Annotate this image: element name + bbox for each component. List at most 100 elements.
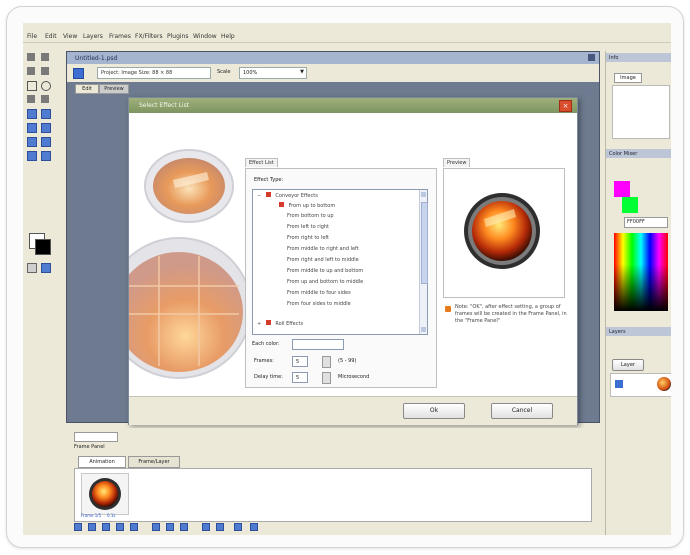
tween-icon[interactable] bbox=[202, 523, 210, 531]
each-color-label: Each color: bbox=[252, 341, 280, 347]
cancel-button[interactable]: Cancel bbox=[491, 403, 553, 419]
tree-item[interactable]: From up to bottom bbox=[279, 202, 335, 212]
tree-scrollbar[interactable] bbox=[419, 190, 428, 334]
magenta-swatch[interactable] bbox=[614, 181, 630, 197]
layer-button[interactable]: Layer bbox=[612, 359, 644, 371]
layer-thumbnail bbox=[657, 377, 671, 391]
text-tool-icon[interactable] bbox=[27, 95, 35, 103]
eraser-tool-icon[interactable] bbox=[41, 123, 51, 133]
tab-edit[interactable]: Edit bbox=[75, 84, 99, 94]
collapse-icon[interactable]: − bbox=[257, 193, 261, 199]
select-tool-icon[interactable] bbox=[27, 53, 35, 61]
menu-file[interactable]: File bbox=[27, 33, 37, 40]
ok-button[interactable]: Ok bbox=[403, 403, 465, 419]
swap-colors-icon[interactable] bbox=[27, 263, 37, 273]
scale-label: Scale bbox=[217, 69, 231, 75]
tree-item[interactable]: From right and left to middle bbox=[287, 257, 359, 267]
stamp-tool-icon[interactable] bbox=[27, 123, 37, 133]
document-close-icon[interactable] bbox=[588, 54, 595, 61]
each-color-field[interactable] bbox=[292, 339, 344, 350]
document-title-bar: Untitled-1.psd bbox=[67, 52, 599, 64]
scroll-up-icon[interactable] bbox=[421, 192, 426, 197]
menu-layers[interactable]: Layers bbox=[83, 33, 103, 40]
rectangle-tool-icon[interactable] bbox=[27, 81, 37, 91]
color-spectrum[interactable] bbox=[614, 233, 668, 311]
expand-icon[interactable]: + bbox=[257, 321, 261, 327]
color-hex-field[interactable]: FF00FF bbox=[624, 217, 668, 228]
tree-node-conveyor[interactable]: − Conveyor Effects bbox=[257, 192, 318, 202]
tab-frame-layer[interactable]: Frame/Layer bbox=[128, 456, 180, 468]
scroll-down-icon[interactable] bbox=[421, 327, 426, 332]
first-frame-icon[interactable] bbox=[74, 523, 82, 531]
properties-icon[interactable] bbox=[216, 523, 224, 531]
tab-image[interactable]: Image bbox=[614, 73, 642, 83]
project-field[interactable]: Project: Image Size: 88 × 88 bbox=[97, 67, 211, 79]
menu-window[interactable]: Window bbox=[193, 33, 217, 40]
move-tool-icon[interactable] bbox=[41, 53, 49, 61]
document-toolbar: Project: Image Size: 88 × 88 Scale 100% … bbox=[67, 64, 599, 82]
info-panel-body bbox=[612, 85, 670, 139]
optimize-icon[interactable] bbox=[250, 523, 258, 531]
frame-thumbnail[interactable] bbox=[81, 473, 129, 515]
close-icon[interactable]: × bbox=[559, 100, 572, 112]
scroll-thumb[interactable] bbox=[421, 202, 428, 284]
frames-input[interactable]: 5 bbox=[292, 356, 308, 367]
green-swatch[interactable] bbox=[622, 197, 638, 213]
menu-view[interactable]: View bbox=[63, 33, 77, 40]
shape-tool-icon[interactable] bbox=[27, 151, 37, 161]
dialog-title-bar: Select Effect List × bbox=[129, 98, 577, 113]
tree-item[interactable]: From middle to up and bottom bbox=[287, 268, 363, 278]
tree-item[interactable]: From left to right bbox=[287, 224, 329, 234]
duplicate-frame-icon[interactable] bbox=[166, 523, 174, 531]
eyedropper-tool-icon[interactable] bbox=[41, 95, 49, 103]
menu-plugins[interactable]: Plugins bbox=[167, 33, 189, 40]
tree-item[interactable]: From middle to four sides bbox=[287, 290, 351, 300]
frames-spinner-icon[interactable] bbox=[322, 356, 331, 368]
tab-animation[interactable]: Animation bbox=[78, 456, 126, 468]
layer-row[interactable] bbox=[610, 373, 671, 397]
effect-icon bbox=[279, 202, 284, 207]
frame-panel-title: Frame Panel bbox=[74, 444, 105, 450]
hand-tool-icon[interactable] bbox=[41, 137, 51, 147]
lasso-tool-icon[interactable] bbox=[27, 67, 35, 75]
tree-item[interactable]: From up and bottom to middle bbox=[287, 279, 363, 289]
gradient-tool-icon[interactable] bbox=[41, 109, 51, 119]
layer-visibility-icon[interactable] bbox=[615, 380, 623, 388]
tree-node-roll[interactable]: + Roll Effects bbox=[257, 320, 303, 330]
frame-panel-tab-icon[interactable] bbox=[74, 432, 118, 442]
tab-effect-list[interactable]: Effect List bbox=[245, 158, 278, 167]
scale-dropdown[interactable]: 100% ▼ bbox=[239, 67, 307, 79]
application-window: File Edit View Layers Frames FX/Filters … bbox=[23, 23, 671, 535]
fill-tool-icon[interactable] bbox=[27, 109, 37, 119]
tree-item[interactable]: From bottom to up bbox=[287, 213, 334, 223]
menu-fx-filters[interactable]: FX/Filters bbox=[135, 33, 163, 40]
tree-item[interactable]: From middle to right and left bbox=[287, 246, 359, 256]
menu-help[interactable]: Help bbox=[221, 33, 235, 40]
brush-tool-icon[interactable] bbox=[41, 67, 49, 75]
tree-item[interactable]: From right to left bbox=[287, 235, 329, 245]
menu-frames[interactable]: Frames bbox=[109, 33, 131, 40]
add-frame-icon[interactable] bbox=[152, 523, 160, 531]
export-icon[interactable] bbox=[234, 523, 242, 531]
ellipse-tool-icon[interactable] bbox=[41, 81, 51, 91]
delete-frame-icon[interactable] bbox=[180, 523, 188, 531]
tab-preview[interactable]: Preview bbox=[443, 158, 471, 167]
project-icon[interactable] bbox=[73, 68, 84, 79]
play-icon[interactable] bbox=[102, 523, 110, 531]
delay-spinner-icon[interactable] bbox=[322, 372, 331, 384]
last-frame-icon[interactable] bbox=[130, 523, 138, 531]
default-colors-icon[interactable] bbox=[41, 263, 51, 273]
line-tool-icon[interactable] bbox=[41, 151, 51, 161]
zoom-tool-icon[interactable] bbox=[27, 137, 37, 147]
foreground-color-swatch[interactable] bbox=[35, 239, 51, 255]
prev-frame-icon[interactable] bbox=[88, 523, 96, 531]
next-frame-icon[interactable] bbox=[116, 523, 124, 531]
effect-tree[interactable]: − Conveyor Effects From up to bottom Fro… bbox=[252, 189, 428, 335]
delay-unit: Microsecond bbox=[338, 374, 370, 380]
menu-edit[interactable]: Edit bbox=[45, 33, 57, 40]
dialog-title: Select Effect List bbox=[139, 102, 190, 109]
delay-input[interactable]: 5 bbox=[292, 372, 308, 383]
tree-item[interactable]: From four sides to middle bbox=[287, 301, 351, 311]
tab-preview[interactable]: Preview bbox=[99, 84, 129, 94]
frames-range: (5 - 99) bbox=[338, 358, 357, 364]
